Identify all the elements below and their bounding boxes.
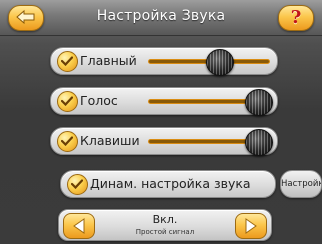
sound-mode-selector: Вкл. Простой сигнал [58, 209, 272, 241]
dynamic-volume-row[interactable]: Динам. настройка звука [60, 170, 276, 198]
volume-row-main: Главный [50, 47, 278, 76]
dynamic-volume-label: Динам. настройка звука [90, 176, 251, 191]
voice-volume-label: Голос [80, 93, 118, 108]
main-volume-knob[interactable] [206, 49, 234, 76]
settings-button[interactable]: Настройки [280, 170, 322, 198]
dynamic-volume-checkbox[interactable] [67, 174, 88, 195]
checkmark-icon [61, 136, 73, 146]
checkmark-icon [61, 56, 73, 66]
back-arrow-icon [16, 9, 35, 25]
main-volume-label: Главный [80, 53, 137, 68]
voice-volume-checkbox[interactable] [57, 91, 78, 112]
help-button[interactable]: ? [278, 5, 314, 31]
main-volume-checkbox[interactable] [57, 51, 78, 72]
sound-mode-value: Вкл. [152, 213, 178, 226]
checkmark-icon [71, 179, 83, 189]
volume-row-voice: Голос [50, 87, 278, 116]
next-option-button[interactable] [235, 213, 267, 239]
prev-option-button[interactable] [63, 213, 95, 239]
keys-volume-knob[interactable] [245, 129, 273, 156]
sound-mode-subtitle: Простой сигнал [135, 228, 195, 236]
voice-volume-knob[interactable] [245, 89, 273, 116]
title-bar: Настройка Звука ? [0, 0, 322, 36]
checkmark-icon [61, 96, 73, 106]
page-title: Настройка Звука [96, 8, 226, 24]
keys-volume-checkbox[interactable] [57, 131, 78, 152]
keys-volume-label: Клавиши [80, 133, 140, 148]
back-button[interactable] [8, 5, 44, 31]
arrow-left-icon [73, 218, 85, 234]
volume-row-keys: Клавиши [50, 127, 278, 156]
arrow-right-icon [245, 218, 257, 234]
